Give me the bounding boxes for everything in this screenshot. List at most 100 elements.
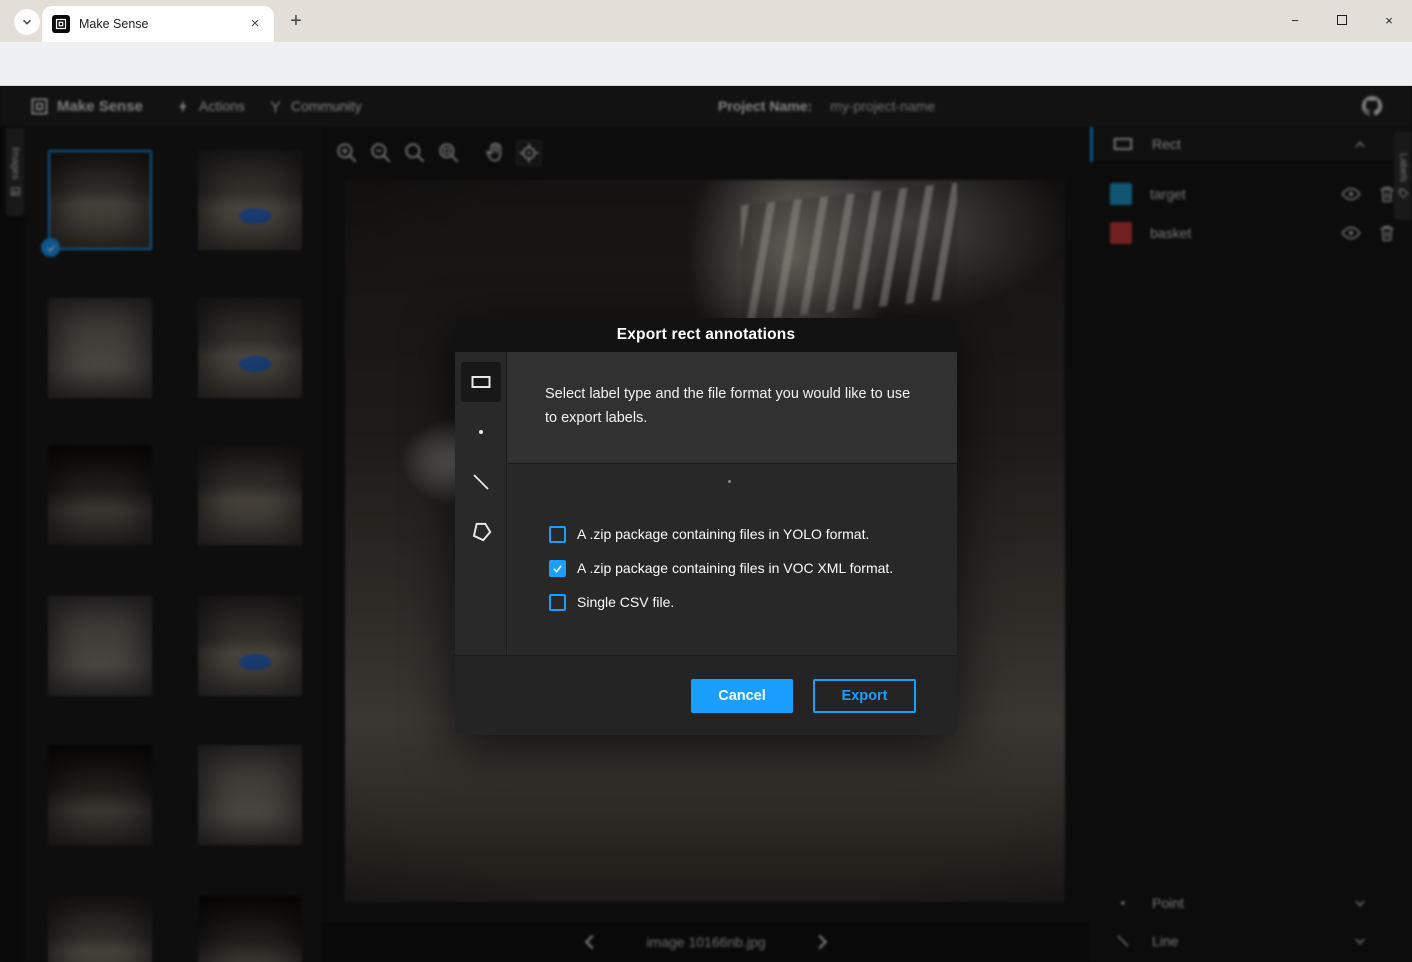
visibility-eye-icon[interactable]: [1340, 183, 1362, 205]
thumbnail[interactable]: [198, 298, 302, 398]
zoom-out-icon[interactable]: [368, 140, 394, 166]
chevron-down-icon[interactable]: [1352, 895, 1368, 911]
active-section-bar: [1090, 127, 1093, 162]
label-type-point[interactable]: [461, 412, 501, 452]
tab-title: Make Sense: [79, 17, 246, 31]
point-section-header[interactable]: Point: [1090, 884, 1412, 922]
label-name: basket: [1150, 225, 1340, 241]
cancel-button[interactable]: Cancel: [691, 679, 793, 713]
nav-actions[interactable]: Actions: [176, 86, 245, 126]
option-label: A .zip package containing files in YOLO …: [577, 526, 869, 542]
thumbnail-selected[interactable]: [48, 150, 152, 250]
line-section-header[interactable]: Line: [1090, 922, 1412, 960]
thumbnail-panel: [24, 126, 322, 962]
modal-description: Select label type and the file format yo…: [545, 382, 925, 430]
drag-hand-icon[interactable]: [482, 140, 508, 166]
checkbox-csv[interactable]: [549, 594, 566, 611]
brand[interactable]: Make Sense: [30, 86, 143, 126]
thumbnail[interactable]: [198, 896, 302, 962]
chevron-down-icon: [20, 15, 34, 29]
rect-icon: [1112, 133, 1134, 155]
images-panel-tab[interactable]: Images: [6, 128, 24, 216]
line-icon: [1114, 932, 1132, 950]
window-close-button[interactable]: ×: [1366, 0, 1412, 40]
nav-community-label: Community: [291, 98, 362, 114]
option-yolo[interactable]: A .zip package containing files in YOLO …: [549, 523, 929, 545]
labels-panel: Rect target basket Point: [1090, 126, 1412, 962]
images-tab-label: Images: [10, 147, 21, 180]
thumbnail[interactable]: [48, 298, 152, 398]
thumbnail[interactable]: [198, 745, 302, 845]
project-name-value: my-project-name: [830, 98, 935, 114]
zoom-reset-icon[interactable]: [402, 140, 428, 166]
thumbnail[interactable]: [48, 445, 152, 545]
thumbnail[interactable]: [48, 896, 152, 962]
thumbnail[interactable]: [48, 596, 152, 696]
modal-label-type-sidebar: [455, 352, 507, 655]
tab-close-button[interactable]: ×: [246, 15, 264, 33]
current-image-name: image 10166nb.jpg: [646, 934, 765, 950]
thumbnail[interactable]: [48, 745, 152, 845]
fork-icon: [268, 99, 283, 114]
label-type-rect[interactable]: [461, 362, 501, 402]
point-section-label: Point: [1152, 895, 1352, 911]
option-voc-xml[interactable]: A .zip package containing files in VOC X…: [549, 557, 929, 579]
photo-window-frame: [741, 183, 957, 321]
window-maximize-button[interactable]: [1319, 0, 1365, 40]
thumbnail[interactable]: [198, 596, 302, 696]
label-type-polygon[interactable]: [461, 512, 501, 552]
line-icon: [469, 470, 493, 494]
page-viewport: Make Sense Actions Community Project Nam…: [0, 86, 1412, 962]
label-color-swatch: [1110, 222, 1132, 244]
github-icon[interactable]: [1360, 94, 1384, 118]
export-format-options: A .zip package containing files in YOLO …: [508, 463, 957, 655]
polygon-icon: [468, 519, 494, 545]
bolt-icon: [176, 99, 191, 114]
label-type-line[interactable]: [461, 462, 501, 502]
project-name-label: Project Name:: [718, 98, 812, 114]
brand-label: Make Sense: [57, 98, 143, 115]
visibility-eye-icon[interactable]: [1340, 222, 1362, 244]
option-label: A .zip package containing files in VOC X…: [577, 560, 893, 576]
image-navigation-bar: image 10166nb.jpg: [322, 922, 1090, 962]
tab-search-button[interactable]: [14, 9, 40, 35]
browser-toolbar: makesense.ai Tp 2 C: ⋮: [0, 42, 1412, 86]
delete-trash-icon[interactable]: [1376, 222, 1398, 244]
modal-message-area: Select label type and the file format yo…: [508, 352, 957, 462]
labels-tab-label: Labels: [1398, 153, 1409, 182]
rect-section-label: Rect: [1152, 136, 1181, 152]
next-image-icon[interactable]: [810, 931, 832, 953]
export-button[interactable]: Export: [813, 679, 916, 713]
option-csv[interactable]: Single CSV file.: [549, 591, 929, 613]
chevron-down-icon[interactable]: [1352, 933, 1368, 949]
tab-strip: Make Sense × + − ×: [0, 0, 1412, 42]
chevron-up-icon[interactable]: [1352, 137, 1368, 153]
browser-tab[interactable]: Make Sense ×: [42, 6, 274, 42]
window-minimize-button[interactable]: −: [1272, 0, 1318, 40]
label-color-swatch: [1110, 183, 1132, 205]
export-annotations-modal: Export rect annotations Select label typ…: [455, 318, 957, 735]
rect-section-header[interactable]: Rect: [1090, 127, 1412, 162]
option-label: Single CSV file.: [577, 594, 674, 610]
thumbnail[interactable]: [198, 445, 302, 545]
zoom-in-icon[interactable]: [334, 140, 360, 166]
checkbox-yolo[interactable]: [549, 526, 566, 543]
modal-title: Export rect annotations: [617, 326, 796, 344]
new-tab-button[interactable]: +: [283, 9, 309, 35]
rect-icon: [469, 370, 493, 394]
previous-image-icon[interactable]: [580, 931, 602, 953]
label-row-target[interactable]: target: [1090, 175, 1412, 213]
thumbnail[interactable]: [198, 150, 302, 250]
zoom-fit-icon[interactable]: [436, 140, 462, 166]
project-name-group: Project Name: my-project-name: [718, 86, 935, 126]
labels-panel-tab[interactable]: Labels: [1394, 132, 1412, 220]
image-icon: [10, 186, 21, 197]
nav-community[interactable]: Community: [268, 86, 362, 126]
modal-footer: Cancel Export: [455, 655, 957, 735]
label-row-basket[interactable]: basket: [1090, 214, 1412, 252]
move-crosshair-icon[interactable]: [516, 140, 542, 166]
line-section-label: Line: [1152, 933, 1352, 949]
maximize-icon: [1337, 15, 1347, 25]
makesense-favicon-icon: [52, 15, 70, 33]
checkbox-voc-xml[interactable]: [549, 560, 566, 577]
